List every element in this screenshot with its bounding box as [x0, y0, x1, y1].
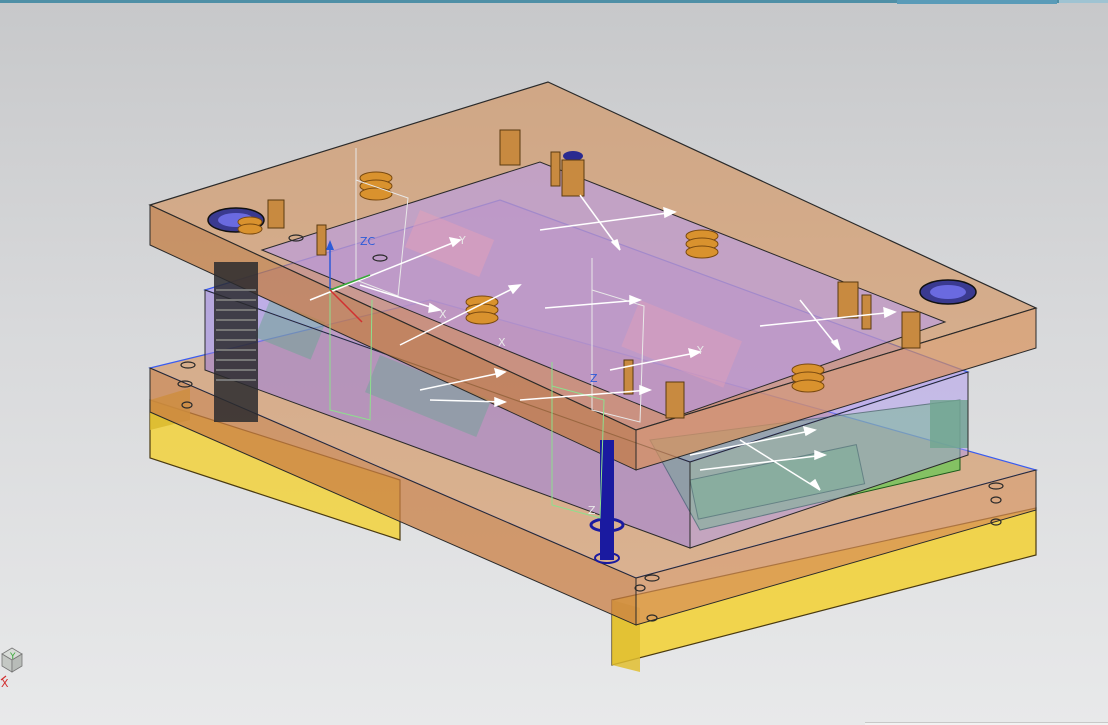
triad-y-label: Y [10, 652, 16, 662]
axis-label-y: Y [459, 234, 466, 247]
guide-bushing-right[interactable] [919, 279, 977, 305]
axis-label-zc: ZC [360, 235, 376, 248]
triad-x-label: X [1, 677, 9, 690]
axis-label-z: Z [590, 372, 598, 385]
axis-label-z-secondary: Z [588, 504, 596, 517]
axis-label-x-secondary: X [498, 336, 506, 349]
axis-label-y-secondary: Y [697, 344, 704, 357]
axis-label-x: X [439, 308, 447, 321]
graphics-viewport[interactable]: ZC Y X X Y Z Z Y X [0, 0, 1108, 725]
mold-assembly-model[interactable] [0, 0, 1108, 725]
